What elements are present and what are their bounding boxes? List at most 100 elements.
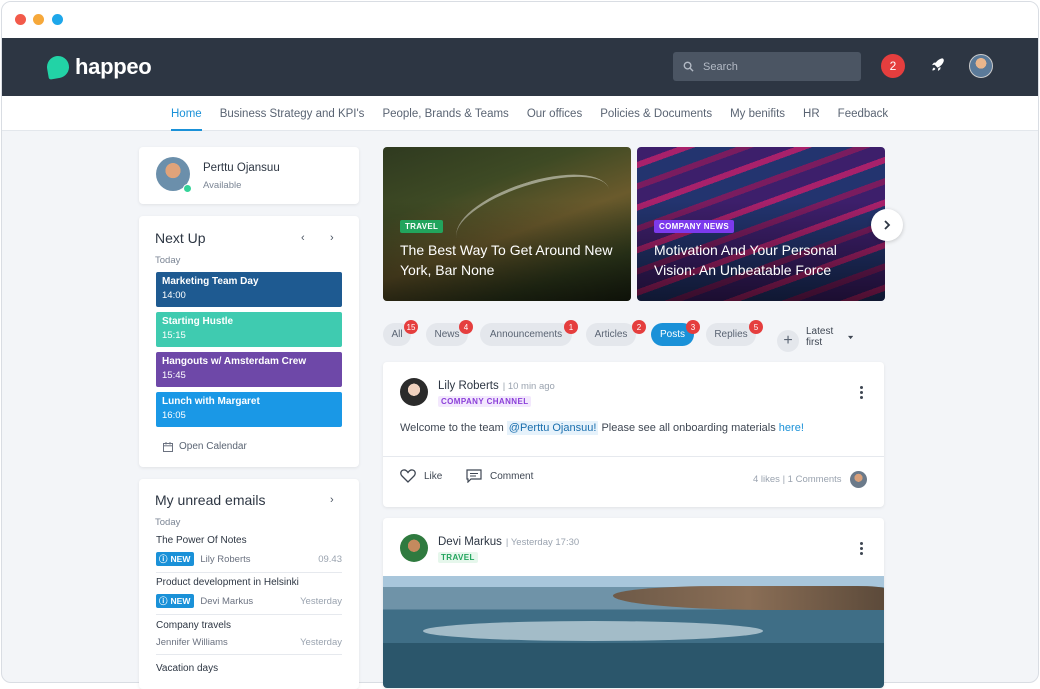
comment-button[interactable]: Comment	[466, 469, 533, 483]
app-name: happeo	[75, 54, 152, 79]
info-icon: ⓘ	[159, 596, 168, 606]
featured-article-tile[interactable]: TRAVEL The Best Way To Get Around New Yo…	[383, 147, 631, 301]
event-time: 15:15	[162, 330, 186, 341]
user-mention[interactable]: @Perttu Ojansuu!	[506, 421, 599, 435]
carousel-next-button[interactable]	[871, 209, 903, 241]
calendar-event[interactable]: Hangouts w/ Amsterdam Crew 15:45	[156, 352, 342, 387]
search-input[interactable]	[703, 60, 843, 73]
calendar-icon	[163, 441, 173, 452]
search-box[interactable]	[673, 52, 861, 81]
feed-post: Lily Roberts | 10 min ago COMPANY CHANNEL…	[383, 362, 884, 507]
feed-post: Devi Markus | Yesterday 17:30 TRAVEL	[383, 518, 884, 688]
chevron-right-icon[interactable]: ›	[330, 232, 334, 244]
profile-name: Perttu Ojansuu	[203, 162, 280, 174]
filter-announcements[interactable]: Announcements 1	[480, 320, 578, 346]
email-time: Yesterday	[300, 637, 342, 648]
happeo-logo-icon	[45, 54, 71, 80]
email-sender: Jennifer Williams	[156, 637, 228, 648]
filter-count-badge: 4	[459, 320, 473, 334]
chevron-left-icon[interactable]: ‹	[301, 232, 305, 244]
event-time: 14:00	[162, 290, 186, 301]
email-subject: Vacation days	[156, 663, 219, 674]
sort-dropdown[interactable]: Latest first	[806, 326, 854, 348]
minimize-window-button[interactable]	[33, 14, 44, 25]
calendar-event[interactable]: Lunch with Margaret 16:05	[156, 392, 342, 427]
post-time: | 10 min ago	[502, 381, 555, 392]
event-title: Lunch with Margaret	[162, 396, 260, 407]
more-options-icon[interactable]	[860, 542, 864, 555]
sort-label: Latest first	[806, 326, 834, 348]
filter-replies[interactable]: Replies 5	[706, 320, 763, 346]
nav-my-benefits[interactable]: My benifits	[730, 96, 785, 131]
event-title: Hangouts w/ Amsterdam Crew	[162, 356, 307, 367]
online-status-dot	[183, 184, 192, 193]
emails-title: My unread emails	[155, 492, 266, 508]
rocket-icon[interactable]	[929, 56, 947, 74]
onboarding-link[interactable]: here!	[779, 422, 804, 434]
author-avatar[interactable]	[400, 378, 428, 406]
post-body: Welcome to the team @Perttu Ojansuu! Ple…	[400, 421, 804, 435]
author-name[interactable]: Devi Markus	[438, 536, 502, 548]
new-badge: ⓘ NEW	[156, 594, 195, 608]
user-avatar[interactable]	[969, 54, 993, 78]
filter-posts[interactable]: Posts 3	[651, 320, 700, 346]
next-up-card: Next Up ‹ › Today Marketing Team Day 14:…	[139, 216, 359, 467]
chevron-right-icon	[884, 220, 891, 230]
nav-business-strategy[interactable]: Business Strategy and KPI's	[220, 96, 365, 131]
chevron-right-icon[interactable]: ›	[330, 494, 334, 506]
more-options-icon[interactable]	[860, 386, 864, 399]
author-avatar[interactable]	[400, 534, 428, 562]
email-item[interactable]: The Power Of Notes ⓘ NEW Lily Roberts 09.…	[156, 535, 342, 573]
calendar-event[interactable]: Starting Hustle 15:15	[156, 312, 342, 347]
heart-icon	[400, 469, 416, 483]
main-navigation: Home Business Strategy and KPI's People,…	[2, 96, 1038, 131]
close-window-button[interactable]	[15, 14, 26, 25]
email-item[interactable]: Product development in Helsinki ⓘ NEW Dev…	[156, 577, 342, 615]
emails-day: Today	[155, 517, 181, 528]
calendar-event[interactable]: Marketing Team Day 14:00	[156, 272, 342, 307]
nav-people-brands-teams[interactable]: People, Brands & Teams	[382, 96, 508, 131]
filter-count-badge: 1	[564, 320, 578, 334]
email-sender: Lily Roberts	[200, 553, 251, 565]
unread-emails-card: My unread emails › Today The Power Of No…	[139, 479, 359, 689]
post-stats[interactable]: 4 likes | 1 Comments	[753, 474, 842, 485]
event-time: 16:05	[162, 410, 186, 421]
nav-home[interactable]: Home	[171, 96, 202, 131]
like-label: Like	[424, 470, 443, 482]
comment-icon	[466, 469, 482, 483]
notifications-badge[interactable]: 2	[881, 54, 905, 78]
nav-hr[interactable]: HR	[803, 96, 820, 131]
filter-count-badge: 5	[749, 320, 763, 334]
featured-article-tile[interactable]: COMPANY NEWS Motivation And Your Persona…	[637, 147, 885, 301]
channel-tag[interactable]: TRAVEL	[438, 552, 478, 563]
nav-policies-documents[interactable]: Policies & Documents	[600, 96, 712, 131]
profile-card[interactable]: Perttu Ojansuu Available	[139, 147, 359, 204]
open-calendar-link[interactable]: Open Calendar	[163, 441, 247, 452]
maximize-window-button[interactable]	[52, 14, 63, 25]
post-image[interactable]	[383, 576, 884, 688]
filter-news[interactable]: News 4	[426, 320, 473, 346]
email-item[interactable]: Company travels Jennifer Williams Yester…	[156, 620, 342, 655]
like-button[interactable]: Like	[400, 469, 442, 483]
channel-tag[interactable]: COMPANY CHANNEL	[438, 396, 532, 407]
add-filter-button[interactable]: +	[777, 330, 799, 352]
filter-count-badge: 3	[686, 320, 700, 334]
email-subject: Product development in Helsinki	[156, 577, 299, 588]
email-subject: The Power Of Notes	[156, 535, 247, 546]
email-item[interactable]: Vacation days	[156, 663, 342, 674]
filter-count-badge: 2	[632, 320, 646, 334]
nav-our-offices[interactable]: Our offices	[527, 96, 582, 131]
article-title: Motivation And Your Personal Vision: An …	[654, 242, 837, 278]
filter-all[interactable]: All 15	[383, 320, 418, 346]
nav-feedback[interactable]: Feedback	[838, 96, 889, 131]
filter-articles[interactable]: Articles 2	[586, 320, 646, 346]
event-title: Starting Hustle	[162, 316, 234, 327]
author-name[interactable]: Lily Roberts	[438, 380, 499, 392]
happeo-logo[interactable]: happeo	[45, 54, 152, 80]
commenter-avatar	[850, 471, 867, 488]
email-time: Yesterday	[300, 595, 342, 607]
search-icon	[683, 61, 694, 72]
comment-label: Comment	[490, 470, 534, 482]
email-subject: Company travels	[156, 620, 232, 631]
top-bar: happeo 2	[2, 38, 1038, 96]
